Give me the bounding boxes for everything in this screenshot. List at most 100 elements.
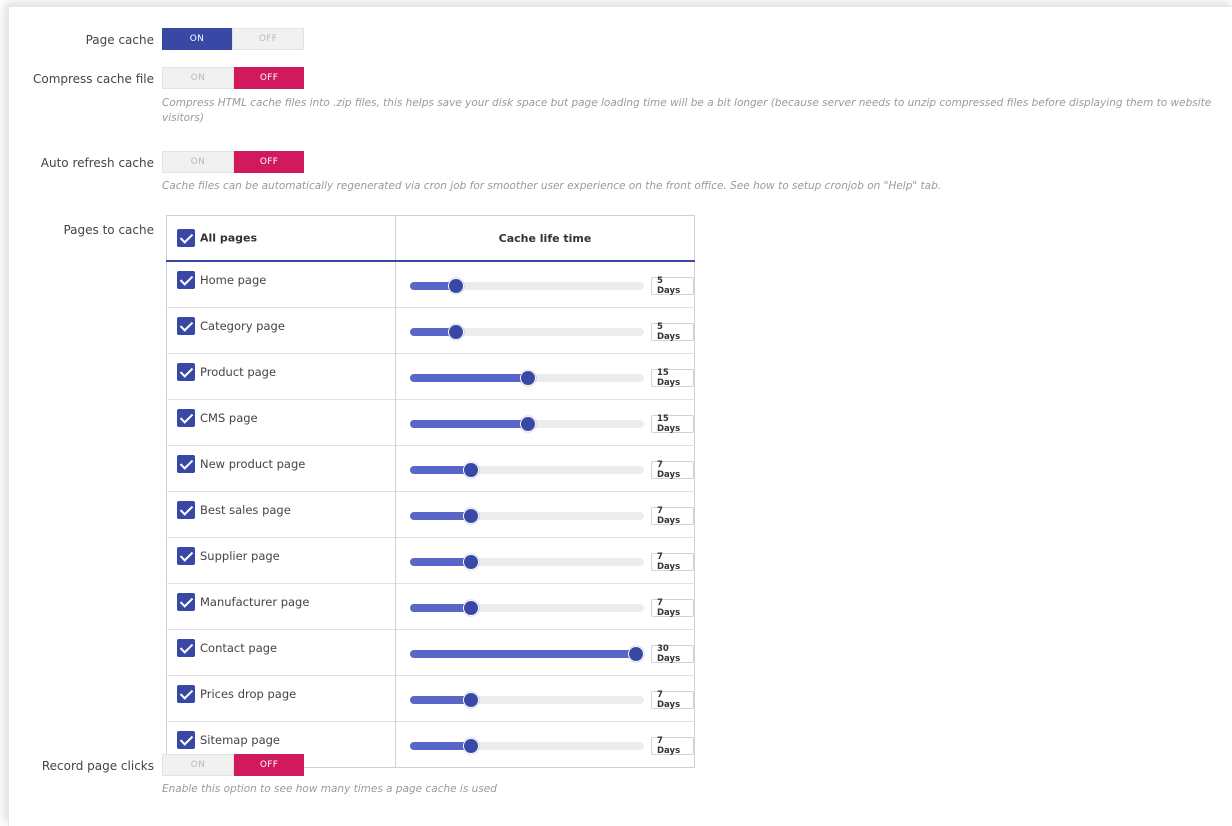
slider-fill <box>410 558 470 566</box>
page-name-cell: Manufacturer page <box>166 583 396 630</box>
pages-to-cache-label: Pages to cache <box>63 223 154 237</box>
lifetime-slider[interactable] <box>410 370 644 386</box>
lifetime-slider[interactable] <box>410 554 644 570</box>
page-name: Product page <box>200 364 277 379</box>
table-header-row: All pages Cache life time <box>166 215 695 262</box>
record-clicks-help: Enable this option to see how many times… <box>162 783 497 795</box>
table-row: Best sales page 7 Days <box>166 491 695 538</box>
slider-handle[interactable] <box>462 692 479 708</box>
compress-cache-on-option[interactable]: ON <box>162 67 234 89</box>
auto-refresh-label: Auto refresh cache <box>40 156 154 170</box>
slider-handle[interactable] <box>462 600 479 616</box>
lifetime-value: 15 Days <box>651 368 694 388</box>
page-checkbox[interactable] <box>177 270 195 289</box>
page-checkbox[interactable] <box>177 730 195 749</box>
page-cache-off-option[interactable]: OFF <box>232 28 304 50</box>
compress-cache-off-option[interactable]: OFF <box>234 67 304 89</box>
table-row: Product page 15 Days <box>166 353 695 400</box>
slider-handle[interactable] <box>520 370 536 386</box>
lifetime-slider[interactable] <box>410 600 644 616</box>
slider-handle[interactable] <box>462 462 479 478</box>
all-pages-header: All pages <box>166 215 396 262</box>
auto-refresh-help: Cache files can be automatically regener… <box>162 180 942 192</box>
slider-handle[interactable] <box>520 416 536 432</box>
page-checkbox[interactable] <box>177 362 195 381</box>
page-checkbox[interactable] <box>177 454 195 473</box>
page-name: CMS page <box>200 410 258 425</box>
auto-refresh-toggle[interactable]: ON OFF <box>162 151 304 173</box>
lifetime-slider[interactable] <box>410 508 644 524</box>
table-row: Contact page 30 Days <box>166 629 695 676</box>
slider-fill <box>410 742 470 750</box>
slider-fill <box>410 650 635 658</box>
auto-refresh-off-option[interactable]: OFF <box>234 151 304 173</box>
page-name: New product page <box>200 456 306 471</box>
page-checkbox[interactable] <box>177 316 195 335</box>
page-checkbox[interactable] <box>177 500 195 519</box>
record-clicks-on-option[interactable]: ON <box>162 754 234 776</box>
lifetime-cell: 7 Days <box>395 445 695 492</box>
compress-cache-help: Compress HTML cache files into .zip file… <box>162 97 1212 124</box>
cache-lifetime-header: Cache life time <box>395 215 695 262</box>
table-row: Prices drop page 7 Days <box>166 675 695 722</box>
lifetime-slider[interactable] <box>410 692 644 708</box>
slider-handle[interactable] <box>462 508 479 524</box>
page-name-cell: Category page <box>166 307 396 354</box>
page-cache-on-option[interactable]: ON <box>162 28 232 50</box>
lifetime-cell: 5 Days <box>395 307 695 354</box>
lifetime-value: 30 Days <box>651 644 694 664</box>
lifetime-cell: 15 Days <box>395 399 695 446</box>
lifetime-slider[interactable] <box>410 646 644 662</box>
page-name-cell: Contact page <box>166 629 396 676</box>
record-clicks-toggle[interactable]: ON OFF <box>162 754 304 776</box>
page-name-cell: CMS page <box>166 399 396 446</box>
page-checkbox[interactable] <box>177 638 195 657</box>
lifetime-cell: 30 Days <box>395 629 695 676</box>
pages-to-cache-table: All pages Cache life time Home page 5 Day… <box>166 215 695 768</box>
page-checkbox[interactable] <box>177 408 195 427</box>
page-checkbox[interactable] <box>177 546 195 565</box>
page-name: Category page <box>200 318 285 333</box>
slider-handle[interactable] <box>448 324 465 340</box>
page-name: Home page <box>200 272 267 287</box>
page-name: Supplier page <box>200 548 280 563</box>
lifetime-slider[interactable] <box>410 462 644 478</box>
all-pages-checkbox[interactable] <box>177 229 195 247</box>
table-row: Supplier page 7 Days <box>166 537 695 584</box>
page-name-cell: Best sales page <box>166 491 396 538</box>
page-name: Best sales page <box>200 502 291 517</box>
slider-fill <box>410 512 470 520</box>
record-clicks-label: Record page clicks <box>41 759 154 773</box>
lifetime-slider[interactable] <box>410 738 644 754</box>
page-cache-label: Page cache <box>85 33 154 47</box>
table-row: New product page 7 Days <box>166 445 695 492</box>
lifetime-cell: 7 Days <box>395 721 695 768</box>
slider-fill <box>410 420 527 428</box>
record-clicks-off-option[interactable]: OFF <box>234 754 304 776</box>
slider-handle[interactable] <box>462 554 479 570</box>
auto-refresh-on-option[interactable]: ON <box>162 151 234 173</box>
page-name-cell: Home page <box>166 260 396 308</box>
lifetime-value: 5 Days <box>651 322 694 342</box>
page-name: Contact page <box>200 640 278 655</box>
table-row: Home page 5 Days <box>166 260 695 308</box>
table-row: Category page 5 Days <box>166 307 695 354</box>
page-name-cell: Product page <box>166 353 396 400</box>
slider-handle[interactable] <box>448 278 465 294</box>
page-checkbox[interactable] <box>177 684 195 703</box>
lifetime-cell: 5 Days <box>395 260 695 308</box>
compress-cache-toggle[interactable]: ON OFF <box>162 67 304 89</box>
slider-handle[interactable] <box>627 646 644 662</box>
table-row: Manufacturer page 7 Days <box>166 583 695 630</box>
lifetime-slider[interactable] <box>410 416 644 432</box>
page-name: Sitemap page <box>200 732 281 747</box>
slider-handle[interactable] <box>462 738 479 754</box>
lifetime-cell: 7 Days <box>395 583 695 630</box>
page-name-cell: New product page <box>166 445 396 492</box>
page-checkbox[interactable] <box>177 592 195 611</box>
lifetime-slider[interactable] <box>410 278 644 294</box>
lifetime-slider[interactable] <box>410 324 644 340</box>
lifetime-value: 7 Days <box>651 552 694 572</box>
page-cache-toggle[interactable]: ON OFF <box>162 28 304 50</box>
lifetime-cell: 7 Days <box>395 537 695 584</box>
